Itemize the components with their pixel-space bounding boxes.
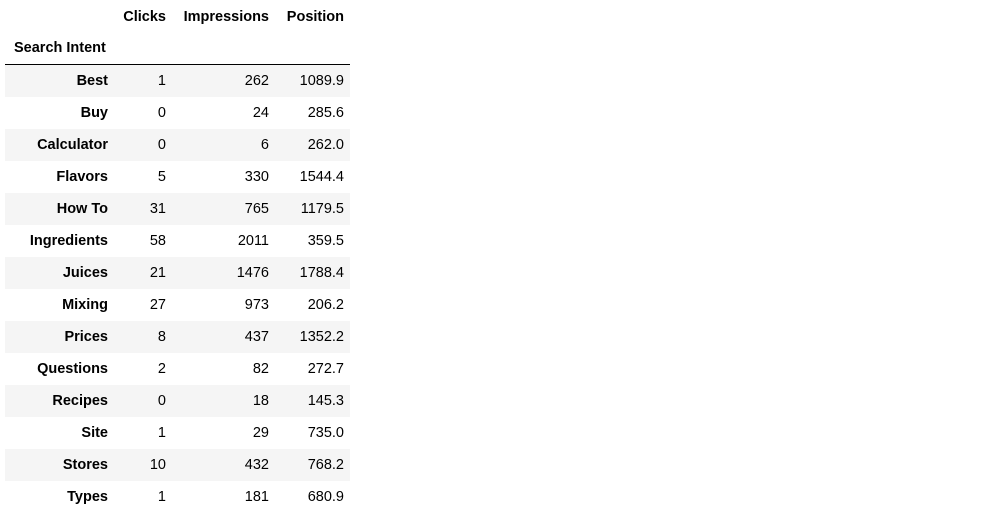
row-label: Juices [62,265,108,281]
row-label: Flavors [56,169,108,185]
cell-position: 272.7 [307,361,344,377]
table-row: Prices 8 437 1352.2 [5,321,350,353]
cell-position: 262.0 [307,137,344,153]
cell-position: 359.5 [307,233,344,249]
cell-clicks: 31 [149,201,166,217]
cell-position: 285.6 [307,105,344,121]
cell-impressions: 262 [244,73,269,89]
table-row: Buy 0 24 285.6 [5,97,350,129]
empty-cell [275,32,350,65]
cell-clicks: 0 [157,105,166,121]
empty-cell [114,32,172,65]
cell-position: 1179.5 [300,201,344,217]
cell-clicks: 8 [157,329,166,345]
table-row: Recipes 0 18 145.3 [5,385,350,417]
row-label: Recipes [52,393,108,409]
dataframe-table: Clicks Impressions Position Search Inten… [5,2,350,513]
column-header-clicks: Clicks [123,9,166,25]
cell-clicks: 1 [157,425,166,441]
cell-clicks: 1 [157,73,166,89]
cell-impressions: 2011 [237,233,269,249]
cell-position: 1089.9 [299,73,344,89]
cell-impressions: 181 [244,489,269,505]
row-label: Mixing [62,297,108,313]
table-body: Best 1 262 1089.9 Buy 0 24 285.6 Calculator 0 6 262… [5,64,350,513]
cell-clicks: 21 [149,265,166,281]
cell-position: 1788.4 [299,265,344,281]
cell-impressions: 330 [244,169,269,185]
cell-impressions: 973 [244,297,269,313]
row-label: Prices [64,329,108,345]
row-label: Ingredients [29,233,108,249]
index-name: Search Intent [5,32,114,65]
row-label: Calculator [37,137,108,153]
table-row: Calculator 0 6 262.0 [5,129,350,161]
row-label: Questions [37,361,108,377]
cell-position: 735.0 [307,425,344,441]
cell-clicks: 10 [149,457,166,473]
cell-clicks: 27 [149,297,166,313]
table-row: Types 1 181 680.9 [5,481,350,513]
table-row: Mixing 27 973 206.2 [5,289,350,321]
row-label: Site [81,425,108,441]
table-row: Ingredients 58 2011 359.5 [5,225,350,257]
cell-impressions: 432 [244,457,269,473]
cell-clicks: 1 [157,489,166,505]
cell-impressions: 437 [244,329,269,345]
cell-impressions: 1476 [236,265,269,281]
table-row: Flavors 5 330 1544.4 [5,161,350,193]
cell-clicks: 0 [157,393,166,409]
row-label: How To [56,201,108,217]
column-header-position: Position [286,9,344,25]
cell-impressions: 765 [244,201,269,217]
column-header-row: Clicks Impressions Position [5,2,350,32]
cell-position: 206.2 [307,297,344,313]
table-row: Juices 21 1476 1788.4 [5,257,350,289]
table-row: Questions 2 82 272.7 [5,353,350,385]
corner-cell [5,2,114,32]
cell-impressions: 29 [252,425,269,441]
cell-position: 1352.2 [299,329,344,345]
cell-impressions: 6 [260,137,269,153]
empty-cell [172,32,275,65]
row-label: Buy [80,105,108,121]
row-label: Best [76,73,108,89]
table-row: How To 31 765 1179.5 [5,193,350,225]
table-row: Site 1 29 735.0 [5,417,350,449]
table-row: Stores 10 432 768.2 [5,449,350,481]
cell-position: 680.9 [307,489,344,505]
cell-impressions: 24 [252,105,269,121]
cell-position: 768.2 [307,457,344,473]
column-header-impressions: Impressions [183,9,269,25]
cell-position: 145.3 [307,393,344,409]
cell-clicks: 5 [157,169,166,185]
row-label: Types [67,489,108,505]
cell-clicks: 0 [157,137,166,153]
cell-position: 1544.4 [299,169,344,185]
cell-clicks: 2 [157,361,166,377]
cell-impressions: 82 [252,361,269,377]
cell-clicks: 58 [149,233,166,249]
row-label: Stores [62,457,108,473]
cell-impressions: 18 [252,393,269,409]
index-name-row: Search Intent [5,32,350,65]
table-row: Best 1 262 1089.9 [5,64,350,97]
